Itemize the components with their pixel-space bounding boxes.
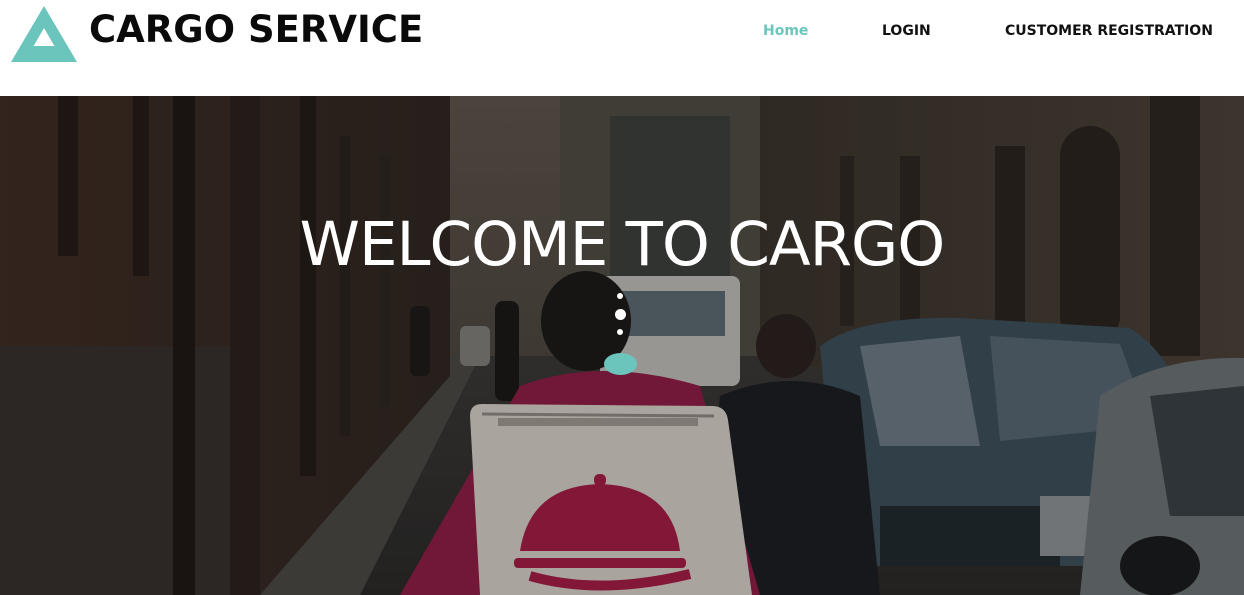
site-header: CARGO SERVICE Home LOGIN CUSTOMER REGIST… [0, 0, 1244, 96]
scroll-dot-small-top [617, 293, 623, 299]
triangle-logo-icon[interactable] [11, 6, 77, 62]
scroll-indicator-pill[interactable] [604, 353, 637, 375]
scroll-dot-small-bottom [617, 329, 623, 335]
brand-name[interactable]: CARGO SERVICE [89, 8, 423, 52]
hero-banner: WELCOME TO CARGO [0, 96, 1244, 595]
hero-background-image [0, 96, 1244, 595]
nav-login-link[interactable]: LOGIN [882, 22, 931, 40]
hero-title: WELCOME TO CARGO [299, 209, 946, 280]
nav-customer-registration-link[interactable]: CUSTOMER REGISTRATION [1005, 22, 1213, 40]
scroll-dot-large [615, 309, 626, 320]
nav-home-link[interactable]: Home [763, 22, 808, 40]
